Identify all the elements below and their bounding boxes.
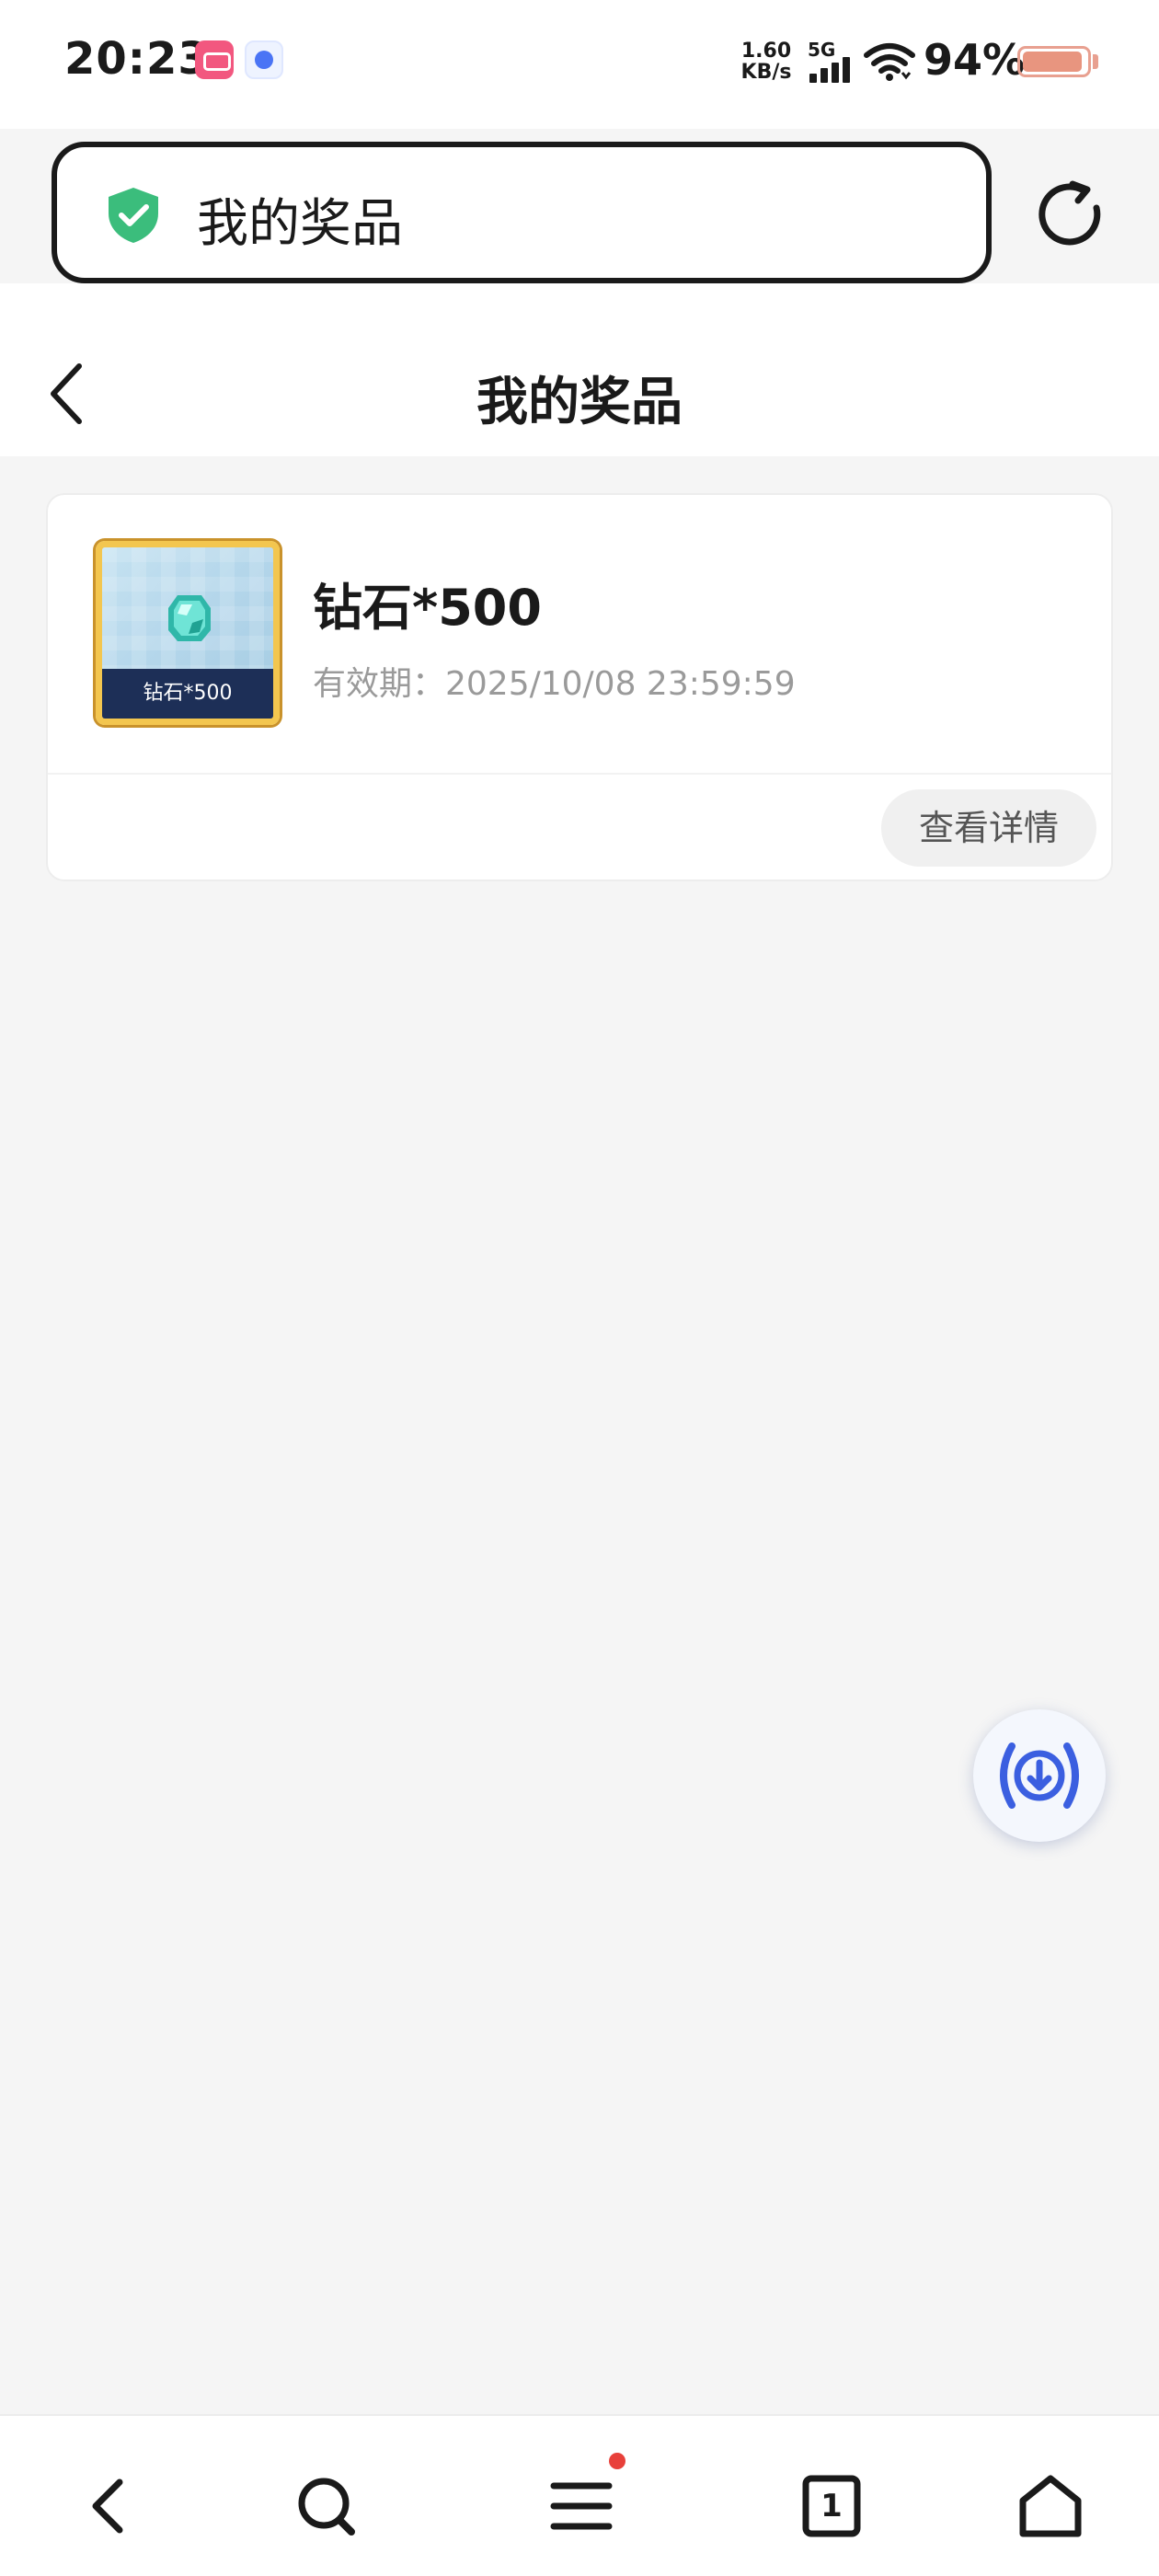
battery-cap: [1093, 54, 1098, 69]
cellular-signal-icon: 5G: [808, 39, 855, 83]
back-icon: [92, 2478, 123, 2534]
prize-card: 钻石*500 钻石*500 有效期：2025/10/08 23:59:59 查看…: [46, 493, 1113, 881]
battery-percent: 94%: [924, 35, 1026, 85]
download-broadcast-icon: [1000, 1742, 1079, 1809]
bottom-nav: 1: [0, 2414, 1159, 2576]
home-icon: [1019, 2475, 1082, 2537]
prize-thumbnail: 钻石*500: [96, 541, 280, 725]
search-icon: [298, 2478, 355, 2536]
prize-name: 钻石*500: [313, 579, 542, 637]
view-details-button[interactable]: 查看详情: [881, 789, 1096, 867]
thumbnail-caption: 钻石*500: [102, 669, 273, 719]
network-speed-value: 1.60: [740, 40, 792, 63]
nav-back-button[interactable]: [74, 2469, 147, 2543]
nav-tabs-button[interactable]: 1: [795, 2469, 868, 2543]
nav-menu-button[interactable]: [545, 2469, 618, 2543]
divider: [48, 773, 1111, 775]
network-speed-unit: KB/s: [740, 61, 792, 84]
status-bar: 20:23 1.60 KB/s 5G 94%: [0, 0, 1159, 129]
prize-expiry: 有效期：2025/10/08 23:59:59: [313, 665, 796, 703]
address-text: 我的奖品: [197, 194, 403, 254]
menu-icon: [550, 2482, 613, 2530]
page-title: 我的奖品: [476, 373, 683, 432]
nav-home-button[interactable]: [1014, 2469, 1087, 2543]
app-notification-icon: [195, 40, 234, 79]
shield-check-icon: [109, 188, 158, 243]
diamond-icon: [168, 595, 211, 641]
app-notification-icon: [245, 40, 283, 79]
signal-label: 5G: [808, 39, 836, 61]
battery-icon: [1017, 46, 1091, 77]
status-time: 20:23: [64, 33, 210, 85]
refresh-icon[interactable]: [1036, 180, 1104, 248]
screen: 20:23 1.60 KB/s 5G 94% 我的奖品 我的奖品 钻石*500 …: [0, 0, 1159, 2576]
notification-dot: [609, 2453, 625, 2469]
page-header: 我的奖品: [0, 283, 1159, 456]
wifi-icon: [864, 43, 915, 81]
floating-download-button[interactable]: [973, 1709, 1106, 1842]
tab-count: 1: [820, 2488, 843, 2524]
battery-level: [1023, 52, 1082, 72]
nav-search-button[interactable]: [291, 2469, 364, 2543]
address-bar[interactable]: 我的奖品: [52, 142, 992, 283]
network-speed: 1.60 KB/s: [740, 40, 793, 83]
